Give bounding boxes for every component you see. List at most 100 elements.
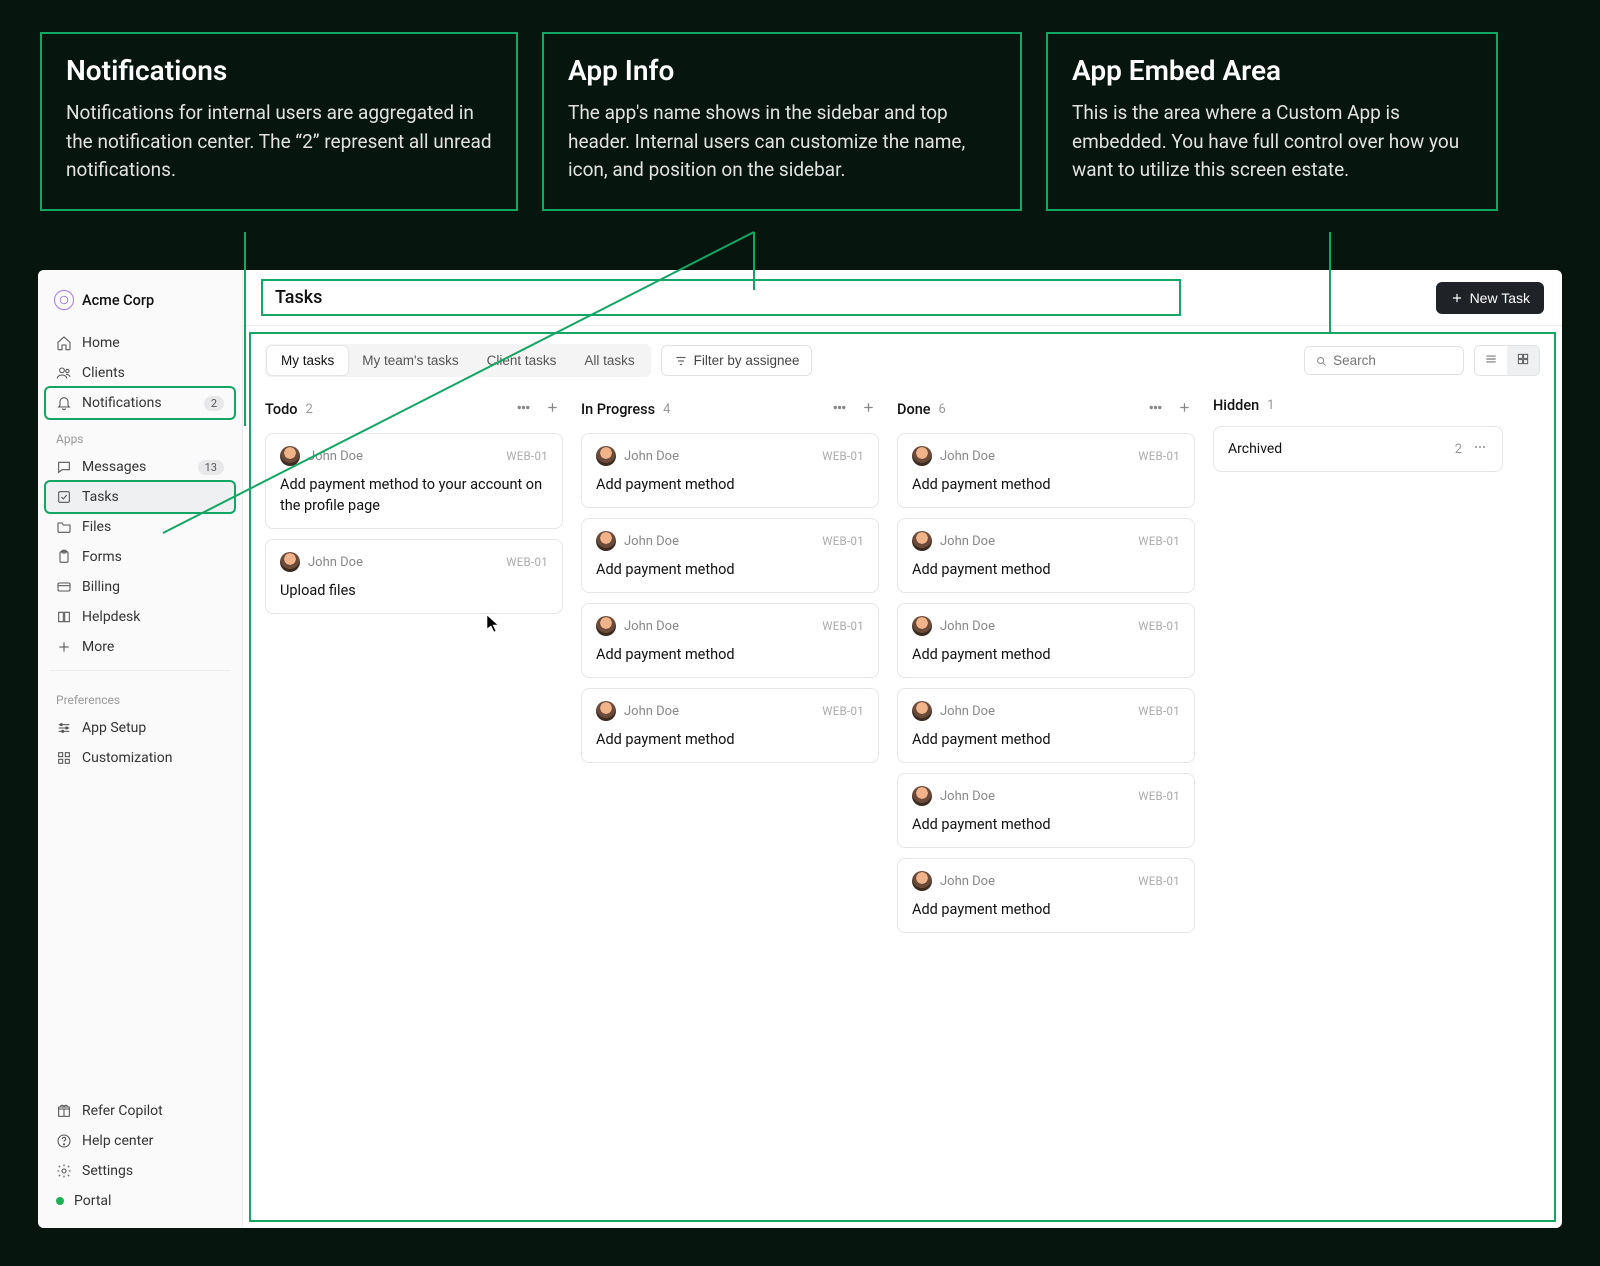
sidebar-section-prefs: Preferences: [46, 679, 234, 713]
sidebar-item-billing[interactable]: Billing: [46, 572, 234, 602]
column-header: Todo2: [265, 393, 563, 433]
column-title: In Progress: [581, 401, 655, 418]
column-more-button[interactable]: [829, 397, 850, 421]
sidebar-item-home[interactable]: Home: [46, 328, 234, 358]
sidebar-item-label: Forms: [82, 549, 224, 565]
column-add-button[interactable]: [858, 397, 879, 421]
brand[interactable]: Acme Corp: [46, 282, 234, 328]
users-icon: [56, 365, 72, 381]
card-user: John Doe: [624, 449, 679, 464]
task-card[interactable]: John DoeWEB-01Add payment method: [897, 518, 1195, 593]
column-more-button[interactable]: [1145, 397, 1166, 421]
task-card[interactable]: John DoeWEB-01Add payment method: [897, 688, 1195, 763]
hidden-row[interactable]: Archived2: [1213, 426, 1503, 472]
search-input[interactable]: [1333, 353, 1453, 368]
card-user: John Doe: [940, 449, 995, 464]
card-code: WEB-01: [1138, 874, 1180, 888]
gear-icon: [56, 1163, 72, 1179]
view-tabs: My tasks My team's tasks Client tasks Al…: [265, 344, 651, 377]
sidebar-item-forms[interactable]: Forms: [46, 542, 234, 572]
task-card[interactable]: John DoeWEB-01Add payment method: [581, 518, 879, 593]
card-user: John Doe: [940, 704, 995, 719]
tab-team-tasks[interactable]: My team's tasks: [348, 346, 472, 375]
sidebar-item-label: More: [82, 639, 224, 655]
sidebar-item-label: Settings: [82, 1163, 224, 1179]
status-dot-icon: [56, 1197, 64, 1205]
task-card[interactable]: John DoeWEB-01Add payment method: [581, 433, 879, 508]
task-card[interactable]: John DoeWEB-01 Upload files: [265, 539, 563, 614]
tab-all-tasks[interactable]: All tasks: [570, 346, 648, 375]
brand-name: Acme Corp: [82, 292, 154, 309]
card-title: Upload files: [280, 580, 548, 601]
card-header: John DoeWEB-01: [596, 616, 864, 636]
search-box[interactable]: [1304, 346, 1464, 375]
tab-client-tasks[interactable]: Client tasks: [473, 346, 571, 375]
help-icon: [56, 1133, 72, 1149]
callout-app-info: App Info The app's name shows in the sid…: [542, 32, 1022, 211]
book-icon: [56, 609, 72, 625]
filter-button[interactable]: Filter by assignee: [661, 345, 813, 376]
hidden-row-more-button[interactable]: [1472, 439, 1488, 459]
task-card[interactable]: John DoeWEB-01Add payment method: [897, 858, 1195, 933]
plus-icon: [1450, 291, 1464, 305]
card-user: John Doe: [940, 619, 995, 634]
card-code: WEB-01: [822, 619, 864, 633]
sidebar-item-helpdesk[interactable]: Helpdesk: [46, 602, 234, 632]
hidden-row-label: Archived: [1228, 441, 1282, 457]
avatar: [912, 616, 932, 636]
column-title: Hidden: [1213, 397, 1259, 414]
sidebar-item-settings[interactable]: Settings: [46, 1156, 234, 1186]
sidebar-item-portal[interactable]: Portal: [46, 1186, 234, 1216]
column-more-button[interactable]: [513, 397, 534, 421]
sidebar-item-clients[interactable]: Clients: [46, 358, 234, 388]
card-code: WEB-01: [1138, 789, 1180, 803]
task-card[interactable]: John DoeWEB-01Add payment method: [897, 773, 1195, 848]
card-header: John DoeWEB-01: [596, 531, 864, 551]
grid-icon: [56, 750, 72, 766]
sidebar-item-messages[interactable]: Messages 13: [46, 452, 234, 482]
filter-icon: [674, 354, 688, 368]
sidebar-item-help[interactable]: Help center: [46, 1126, 234, 1156]
card-code: WEB-01: [1138, 449, 1180, 463]
sidebar-item-customization[interactable]: Customization: [46, 743, 234, 773]
sidebar-item-notifications[interactable]: Notifications 2: [44, 386, 236, 420]
task-card[interactable]: John DoeWEB-01Add payment method: [897, 433, 1195, 508]
task-card[interactable]: John DoeWEB-01Add payment method: [581, 603, 879, 678]
brand-logo-icon: [54, 290, 74, 310]
board-column-hidden: Hidden 1 Archived2: [1213, 393, 1503, 472]
sidebar-item-refer[interactable]: Refer Copilot: [46, 1096, 234, 1126]
task-card[interactable]: John DoeWEB-01Add payment method to your…: [265, 433, 563, 529]
sidebar-item-label: Billing: [82, 579, 224, 595]
list-view-button[interactable]: [1475, 346, 1507, 375]
sidebar-item-label: Messages: [82, 459, 188, 475]
card-header: John DoeWEB-01: [912, 531, 1180, 551]
sidebar-item-app-setup[interactable]: App Setup: [46, 713, 234, 743]
sidebar-item-label: Clients: [82, 365, 224, 381]
column-header: Hidden 1: [1213, 393, 1503, 426]
column-add-button[interactable]: [1174, 397, 1195, 421]
column-count: 2: [305, 402, 312, 417]
avatar: [280, 552, 300, 572]
column-add-button[interactable]: [542, 397, 563, 421]
folder-icon: [56, 519, 72, 535]
sidebar-item-files[interactable]: Files: [46, 512, 234, 542]
notification-badge: 2: [204, 396, 224, 411]
callout-body: This is the area where a Custom App is e…: [1072, 99, 1472, 185]
column-count: 1: [1267, 398, 1274, 413]
card-user: John Doe: [940, 789, 995, 804]
card-user: John Doe: [624, 704, 679, 719]
sidebar-item-label: Files: [82, 519, 224, 535]
board-column: Todo2John DoeWEB-01Add payment method to…: [265, 393, 563, 624]
sidebar-item-label: Home: [82, 335, 224, 351]
task-card[interactable]: John DoeWEB-01Add payment method: [897, 603, 1195, 678]
card-title: Add payment method: [912, 644, 1180, 665]
board-view-button[interactable]: [1507, 346, 1539, 375]
task-card[interactable]: John DoeWEB-01Add payment method: [581, 688, 879, 763]
sidebar-item-more[interactable]: More: [46, 632, 234, 662]
clipboard-icon: [56, 549, 72, 565]
card-header: John DoeWEB-01: [280, 552, 548, 572]
tab-my-tasks[interactable]: My tasks: [267, 346, 348, 375]
card-code: WEB-01: [822, 534, 864, 548]
new-task-button[interactable]: New Task: [1436, 282, 1544, 314]
sidebar-item-tasks[interactable]: Tasks: [44, 480, 236, 514]
